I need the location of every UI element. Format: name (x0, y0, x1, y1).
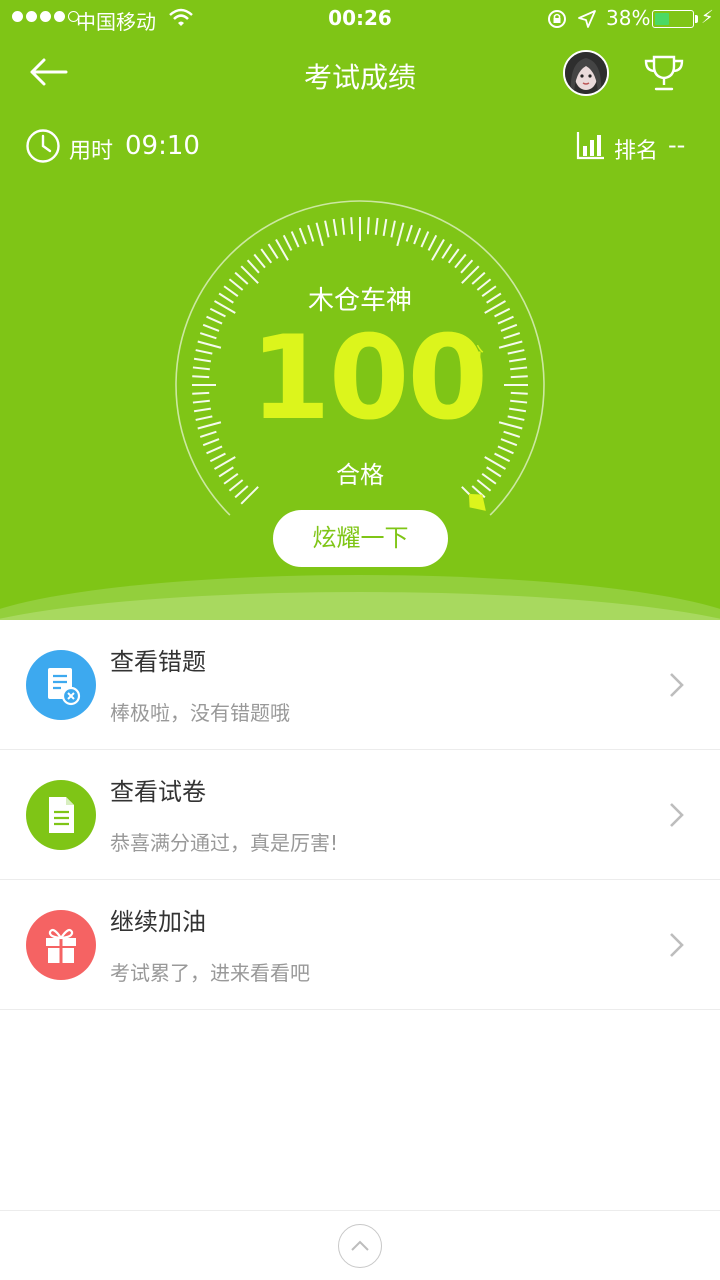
gauge-tick (298, 227, 307, 245)
gauge-tick (332, 218, 338, 237)
gauge-tick (366, 217, 370, 235)
gauge-tick (405, 224, 413, 242)
list-item-title: 查看错题 (110, 648, 206, 676)
battery-cap (695, 15, 698, 23)
gauge-tick (192, 375, 210, 379)
list-item-keep-going[interactable]: 继续加油 考试累了，进来看看吧 (0, 880, 720, 1010)
charging-bolt-icon: ⚡ (701, 7, 714, 28)
list-item-subtitle: 恭喜满分通过，真是厉害! (110, 831, 339, 855)
gauge-tick (503, 430, 521, 438)
pass-status: 合格 (336, 461, 384, 489)
gauge-tick (507, 349, 525, 355)
trophy-icon[interactable] (642, 52, 686, 94)
gauge-tick (197, 340, 222, 349)
gauge-tick (253, 253, 266, 269)
gauge-tick (199, 430, 217, 438)
gauge-tick (510, 366, 528, 371)
orientation-lock-icon (548, 10, 566, 28)
battery-icon (652, 10, 694, 28)
gauge-tick (420, 231, 430, 248)
gauge-tick (441, 243, 453, 259)
gauge-tick (193, 407, 212, 413)
status-bar: 中国移动 00:26 38% ⚡ (0, 0, 720, 38)
gauge-tick (267, 243, 279, 259)
gauge-tick (510, 391, 528, 395)
gauge-tick (206, 315, 223, 325)
gauge-tick (192, 391, 210, 395)
gauge-tick (508, 357, 527, 363)
gauge-tick (510, 399, 528, 404)
gauge-tick (324, 220, 330, 238)
gauge-tick (282, 234, 293, 251)
gauge-tick (447, 248, 460, 264)
gauge-tick (202, 323, 220, 332)
avatar[interactable] (563, 50, 609, 96)
document-icon (26, 780, 96, 850)
list-item-subtitle: 考试累了，进来看看吧 (110, 961, 310, 985)
gauge-tick (427, 234, 438, 251)
gauge-tick (246, 259, 260, 274)
wrong-answers-icon (26, 650, 96, 720)
battery-percent: 38% (606, 6, 651, 30)
list-item-title: 查看试卷 (110, 778, 206, 806)
gauge-tick (390, 220, 396, 238)
list-item-subtitle: 棒极啦，没有错题哦 (110, 701, 290, 725)
footer-divider (0, 1210, 720, 1211)
list-item-exam-paper[interactable]: 查看试卷 恭喜满分通过，真是厉害! (0, 750, 720, 880)
gauge-tick (290, 231, 300, 248)
gauge-tick (195, 415, 213, 421)
chevron-up-icon (351, 1240, 369, 1251)
chevron-right-icon (670, 673, 684, 697)
gauge-tick (382, 218, 388, 237)
gauge-tick (507, 415, 525, 421)
time-value: 09:10 (125, 131, 200, 161)
score-value: 100 (250, 311, 488, 446)
gift-icon (26, 910, 96, 980)
gauge-tick (192, 399, 210, 404)
gauge-tick (500, 323, 518, 332)
gauge-tick (202, 438, 220, 447)
chevron-right-icon (670, 933, 684, 957)
page-title: 考试成绩 (303, 61, 416, 94)
gauge-tick (498, 340, 523, 349)
gauge-tick (193, 357, 212, 363)
rank-label: 排名 (614, 139, 659, 164)
gauge-tick (454, 253, 467, 269)
gauge-tick (199, 332, 217, 340)
bar-chart-icon (576, 132, 604, 160)
gauge-tick (498, 421, 523, 430)
chevron-right-icon (670, 803, 684, 827)
gauge-tick (197, 421, 222, 430)
gauge-tick (503, 332, 521, 340)
rank-value: -- (668, 131, 686, 159)
time-label: 用时 (69, 139, 114, 164)
gauge-tick (260, 248, 273, 264)
list-item-title: 继续加油 (110, 908, 206, 936)
gauge-tick (500, 438, 518, 447)
gauge-tick (341, 217, 346, 235)
gauge-tick (460, 259, 474, 274)
gauge-tick (374, 217, 379, 235)
location-arrow-icon (578, 10, 596, 28)
action-list: 查看错题 棒极啦，没有错题哦 查看试卷 恭喜满分通过，真是厉害! 继续加油 考试… (0, 620, 720, 1010)
scroll-up-button[interactable] (338, 1224, 382, 1268)
gauge-tick (315, 222, 324, 247)
score-unit: 分 (466, 344, 484, 365)
gauge-tick (192, 366, 210, 371)
gauge-tick (307, 224, 315, 242)
gauge-tick (497, 445, 514, 455)
gauge-tick (508, 407, 527, 413)
clock-icon (26, 129, 60, 163)
gauge-tick (413, 227, 422, 245)
gauge-tick (206, 445, 223, 455)
list-item-wrong-answers[interactable]: 查看错题 棒极啦，没有错题哦 (0, 620, 720, 750)
gauge-tick (396, 222, 405, 247)
gauge-tick (510, 375, 528, 379)
gauge-tick (350, 217, 354, 235)
share-button[interactable]: 炫耀一下 (273, 510, 448, 567)
gauge-tick (195, 349, 213, 355)
gauge-tick (497, 315, 514, 325)
